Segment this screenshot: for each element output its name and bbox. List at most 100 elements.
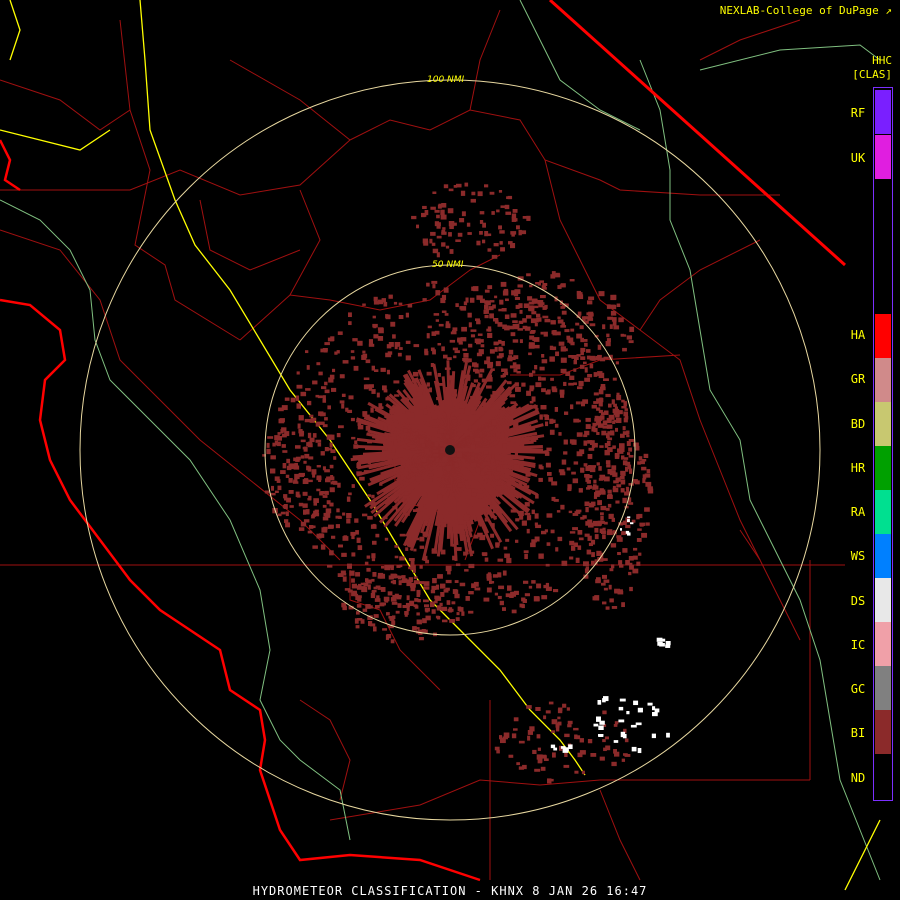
- echo-pixel: [608, 584, 612, 590]
- echo-pixel: [452, 555, 458, 561]
- echo-pixel: [551, 271, 556, 277]
- echo-pixel: [502, 570, 507, 576]
- legend-label-nd: ND: [850, 771, 866, 785]
- echo-pixel: [603, 747, 607, 752]
- echo-pixel: [422, 515, 428, 521]
- echo-pixel: [496, 749, 500, 754]
- echo-pixel: [461, 534, 466, 538]
- echo-pixel: [443, 589, 448, 592]
- echo-pixel: [524, 553, 528, 560]
- echo-pixel: [582, 399, 589, 404]
- echo-pixel: [424, 604, 430, 608]
- echo-pixel: [624, 415, 629, 420]
- echo-pixel: [507, 585, 512, 591]
- echo-pixel: [447, 208, 454, 214]
- echo-pixel: [387, 591, 393, 596]
- echo-pixel: [455, 547, 462, 551]
- echo-pixel: [500, 281, 507, 287]
- echo-pixel: [274, 435, 280, 441]
- echo-pixel: [346, 518, 351, 524]
- echo-pixel: [393, 439, 397, 445]
- echo-pixel: [610, 310, 617, 316]
- echo-pixel: [307, 530, 313, 534]
- echo-pixel: [489, 349, 495, 354]
- echo-pixel: [515, 364, 521, 370]
- echo-pixel: [398, 302, 403, 306]
- echo-pixel: [504, 368, 508, 373]
- echo-pixel: [566, 467, 571, 471]
- external-link-icon[interactable]: ↗: [885, 4, 892, 17]
- echo-pixel: [359, 476, 365, 481]
- echo-pixel: [435, 458, 439, 463]
- echo-pixel: [618, 719, 625, 723]
- echo-pixel: [587, 300, 593, 305]
- legend-label-ic: IC: [850, 638, 866, 652]
- echo-pixel: [526, 315, 532, 319]
- echo-pixel: [356, 471, 362, 476]
- echo-pixel: [552, 330, 557, 336]
- echo-pixel: [557, 536, 563, 542]
- echo-pixel: [573, 461, 579, 465]
- echo-pixel: [585, 417, 591, 422]
- echo-pixel: [484, 479, 488, 483]
- echo-pixel: [557, 721, 562, 726]
- echo-pixel: [587, 454, 593, 459]
- echo-pixel: [495, 542, 500, 546]
- echo-pixel: [394, 555, 399, 559]
- echo-pixel: [519, 515, 524, 520]
- echo-pixel: [607, 447, 613, 453]
- echo-pixel: [427, 325, 432, 329]
- echo-pixel: [292, 463, 298, 467]
- legend-swatch-uk: [875, 135, 891, 179]
- echo-pixel: [632, 568, 639, 574]
- echo-pixel: [440, 297, 446, 304]
- echo-pixel: [617, 448, 622, 453]
- echo-pixel: [441, 242, 446, 247]
- echo-pixel: [628, 439, 635, 442]
- echo-pixel: [545, 421, 549, 427]
- echo-pixel: [363, 377, 370, 381]
- echo-pixel: [616, 535, 622, 539]
- echo-pixel: [317, 442, 322, 447]
- echo-pixel: [571, 439, 577, 445]
- echo-pixel: [368, 339, 374, 345]
- echo-pixel: [493, 318, 499, 322]
- echo-pixel: [534, 320, 539, 323]
- echo-pixel: [613, 419, 619, 423]
- echo-pixel: [407, 418, 411, 422]
- echo-pixel: [434, 443, 439, 447]
- echo-pixel: [644, 507, 650, 512]
- echo-pixel: [438, 514, 444, 520]
- echo-pixel: [431, 414, 438, 420]
- echo-pixel: [351, 484, 355, 488]
- echo-pixel: [490, 394, 495, 397]
- echo-pixel: [440, 583, 446, 589]
- echo-pixel: [555, 727, 560, 732]
- echo-pixel: [567, 484, 572, 490]
- echo-pixel: [306, 365, 310, 370]
- echo-pixel: [429, 602, 435, 608]
- echo-pixel: [441, 346, 445, 352]
- echo-pixel: [588, 503, 595, 508]
- class-tag: [CLAS]: [852, 68, 892, 81]
- echo-pixel: [531, 509, 535, 515]
- echo-pixel: [618, 706, 624, 711]
- echo-pixel: [577, 752, 583, 758]
- echo-pixel: [398, 315, 404, 319]
- echo-pixel: [626, 711, 630, 715]
- echo-pixel: [468, 322, 472, 328]
- echo-pixel: [411, 215, 417, 220]
- echo-pixel: [625, 530, 630, 534]
- echo-pixel: [486, 356, 491, 361]
- echo-pixel: [573, 360, 577, 365]
- echo-pixel: [466, 222, 471, 227]
- echo-pixel: [284, 397, 290, 401]
- echo-pixel: [434, 600, 438, 604]
- echo-pixel: [392, 506, 398, 510]
- echo-pixel: [382, 385, 387, 391]
- echo-pixel: [478, 373, 483, 378]
- echo-pixel: [388, 575, 394, 580]
- echo-pixel: [625, 560, 630, 566]
- echo-pixel: [580, 347, 586, 352]
- echo-pixel: [482, 553, 488, 557]
